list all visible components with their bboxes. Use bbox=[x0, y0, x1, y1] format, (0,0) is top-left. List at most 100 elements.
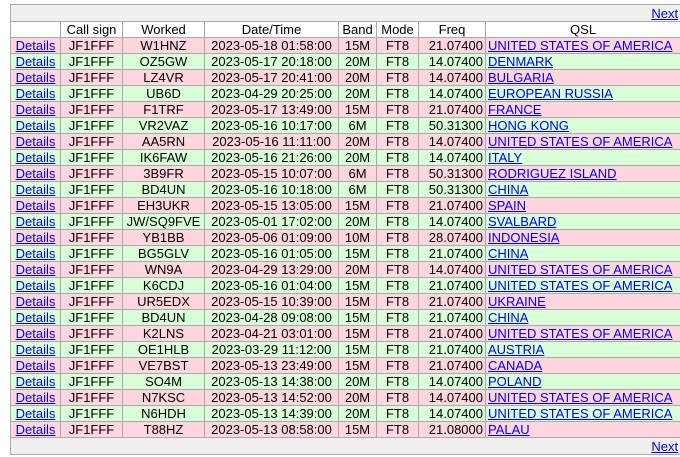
qsl-link[interactable]: UNITED STATES OF AMERICA bbox=[488, 327, 672, 341]
qsl-link[interactable]: INDONESIA bbox=[488, 231, 560, 245]
qsl-link[interactable]: EUROPEAN RUSSIA bbox=[488, 87, 613, 101]
details-link[interactable]: Details bbox=[16, 295, 56, 309]
qsl-link[interactable]: HONG KONG bbox=[488, 119, 569, 133]
table-row: Details JF1FFF UR5EDX 2023-05-15 10:39:00 15… bbox=[10, 293, 680, 310]
details-link[interactable]: Details bbox=[16, 183, 56, 197]
details-link[interactable]: Details bbox=[16, 263, 56, 277]
header-row: Call sign Worked Date/Time Band Mode Fre… bbox=[10, 21, 680, 38]
details-link-cell: Details bbox=[10, 229, 61, 246]
details-link[interactable]: Details bbox=[16, 71, 56, 85]
mode-cell: FT8 bbox=[376, 405, 419, 422]
details-link[interactable]: Details bbox=[16, 151, 56, 165]
details-link[interactable]: Details bbox=[16, 87, 56, 101]
next-link-bottom[interactable]: Next bbox=[651, 439, 678, 454]
call-sign-cell: JF1FFF bbox=[60, 101, 123, 118]
qsl-link-cell: RODRIGUEZ ISLAND bbox=[484, 165, 680, 182]
worked-cell: F1TRF bbox=[122, 101, 205, 118]
qsl-link[interactable]: UKRAINE bbox=[488, 295, 546, 309]
band-cell: 20M bbox=[338, 69, 377, 86]
qsl-link[interactable]: CANADA bbox=[488, 359, 542, 373]
worked-cell: BD4UN bbox=[122, 181, 205, 198]
qsl-link[interactable]: ITALY bbox=[488, 151, 522, 165]
qsl-link[interactable]: UNITED STATES OF AMERICA bbox=[488, 279, 672, 293]
call-sign-cell: JF1FFF bbox=[60, 53, 123, 70]
date-time-cell: 2023-05-06 01:09:00 bbox=[204, 229, 339, 246]
details-link[interactable]: Details bbox=[16, 199, 56, 213]
details-link[interactable]: Details bbox=[16, 215, 56, 229]
details-link[interactable]: Details bbox=[16, 247, 56, 261]
qsl-link[interactable]: CHINA bbox=[488, 183, 528, 197]
details-link[interactable]: Details bbox=[16, 135, 56, 149]
header-call-sign: Call sign bbox=[60, 21, 123, 38]
call-sign-cell: JF1FFF bbox=[60, 69, 123, 86]
date-time-cell: 2023-05-15 13:05:00 bbox=[204, 197, 339, 214]
qsl-link-cell: CHINA bbox=[484, 245, 680, 262]
qsl-link-cell: UNITED STATES OF AMERICA bbox=[484, 277, 680, 294]
band-cell: 6M bbox=[338, 117, 377, 134]
qsl-link[interactable]: SVALBARD bbox=[488, 215, 556, 229]
mode-cell: FT8 bbox=[376, 421, 419, 438]
qsl-link[interactable]: FRANCE bbox=[488, 103, 541, 117]
freq-cell: 21.08000 bbox=[418, 421, 486, 438]
qsl-link[interactable]: UNITED STATES OF AMERICA bbox=[488, 391, 672, 405]
worked-cell: K6CDJ bbox=[122, 277, 205, 294]
details-link[interactable]: Details bbox=[16, 407, 56, 421]
worked-cell: N6HDH bbox=[122, 405, 205, 422]
date-time-cell: 2023-05-13 14:38:00 bbox=[204, 373, 339, 390]
qsl-link-cell: CANADA bbox=[484, 357, 680, 374]
qsl-link[interactable]: CHINA bbox=[488, 311, 528, 325]
qsl-link[interactable]: UNITED STATES OF AMERICA bbox=[488, 39, 672, 53]
qsl-link[interactable]: UNITED STATES OF AMERICA bbox=[488, 135, 672, 149]
qsl-link[interactable]: CHINA bbox=[488, 247, 528, 261]
table-row: Details JF1FFF OZ5GW 2023-05-17 20:18:00 20M… bbox=[10, 53, 680, 70]
details-link[interactable]: Details bbox=[16, 103, 56, 117]
worked-cell: IK6FAW bbox=[122, 149, 205, 166]
band-cell: 15M bbox=[338, 325, 377, 342]
details-link-cell: Details bbox=[10, 325, 61, 342]
table-row: Details JF1FFF N6HDH 2023-05-13 14:39:00 20M… bbox=[10, 405, 680, 422]
qsl-link[interactable]: UNITED STATES OF AMERICA bbox=[488, 263, 672, 277]
details-link[interactable]: Details bbox=[16, 423, 56, 437]
mode-cell: FT8 bbox=[376, 373, 419, 390]
qsl-link-cell: UNITED STATES OF AMERICA bbox=[484, 37, 680, 54]
band-cell: 20M bbox=[338, 373, 377, 390]
table-row: Details JF1FFF UB6D 2023-04-29 20:25:00 20M F… bbox=[10, 85, 680, 102]
qsl-link-cell: PALAU bbox=[484, 421, 680, 438]
details-link[interactable]: Details bbox=[16, 167, 56, 181]
next-link-top[interactable]: Next bbox=[651, 6, 678, 21]
mode-cell: FT8 bbox=[376, 261, 419, 278]
table-row: Details JF1FFF OE1HLB 2023-03-29 11:12:00 15… bbox=[10, 341, 680, 358]
table-row: Details JF1FFF F1TRF 2023-05-17 13:49:00 15M… bbox=[10, 101, 680, 118]
qsl-link[interactable]: POLAND bbox=[488, 375, 541, 389]
band-cell: 6M bbox=[338, 165, 377, 182]
details-link[interactable]: Details bbox=[16, 55, 56, 69]
details-link[interactable]: Details bbox=[16, 119, 56, 133]
details-link[interactable]: Details bbox=[16, 279, 56, 293]
details-link[interactable]: Details bbox=[16, 39, 56, 53]
details-link[interactable]: Details bbox=[16, 375, 56, 389]
details-link[interactable]: Details bbox=[16, 343, 56, 357]
call-sign-cell: JF1FFF bbox=[60, 133, 123, 150]
details-link[interactable]: Details bbox=[16, 231, 56, 245]
qsl-link[interactable]: AUSTRIA bbox=[488, 343, 544, 357]
date-time-cell: 2023-03-29 11:12:00 bbox=[204, 341, 339, 358]
qsl-link[interactable]: PALAU bbox=[488, 423, 530, 437]
qsl-link[interactable]: BULGARIA bbox=[488, 71, 554, 85]
call-sign-cell: JF1FFF bbox=[60, 149, 123, 166]
qsl-link[interactable]: DENMARK bbox=[488, 55, 553, 69]
top-nav-row: Next bbox=[9, 4, 680, 22]
details-link[interactable]: Details bbox=[16, 311, 56, 325]
qsl-link-cell: ITALY bbox=[484, 149, 680, 166]
table-row: Details JF1FFF BD4UN 2023-04-28 09:08:00 15M… bbox=[10, 309, 680, 326]
qsl-link[interactable]: UNITED STATES OF AMERICA bbox=[488, 407, 672, 421]
qsl-link[interactable]: SPAIN bbox=[488, 199, 526, 213]
details-link[interactable]: Details bbox=[16, 359, 56, 373]
band-cell: 20M bbox=[338, 53, 377, 70]
details-link-cell: Details bbox=[10, 277, 61, 294]
table-row: Details JF1FFF JW/SQ9FVE 2023-05-01 17:02:0… bbox=[10, 213, 680, 230]
details-link[interactable]: Details bbox=[16, 327, 56, 341]
details-link-cell: Details bbox=[10, 405, 61, 422]
details-link[interactable]: Details bbox=[16, 391, 56, 405]
details-link-cell: Details bbox=[10, 357, 61, 374]
qsl-link[interactable]: RODRIGUEZ ISLAND bbox=[488, 167, 617, 181]
